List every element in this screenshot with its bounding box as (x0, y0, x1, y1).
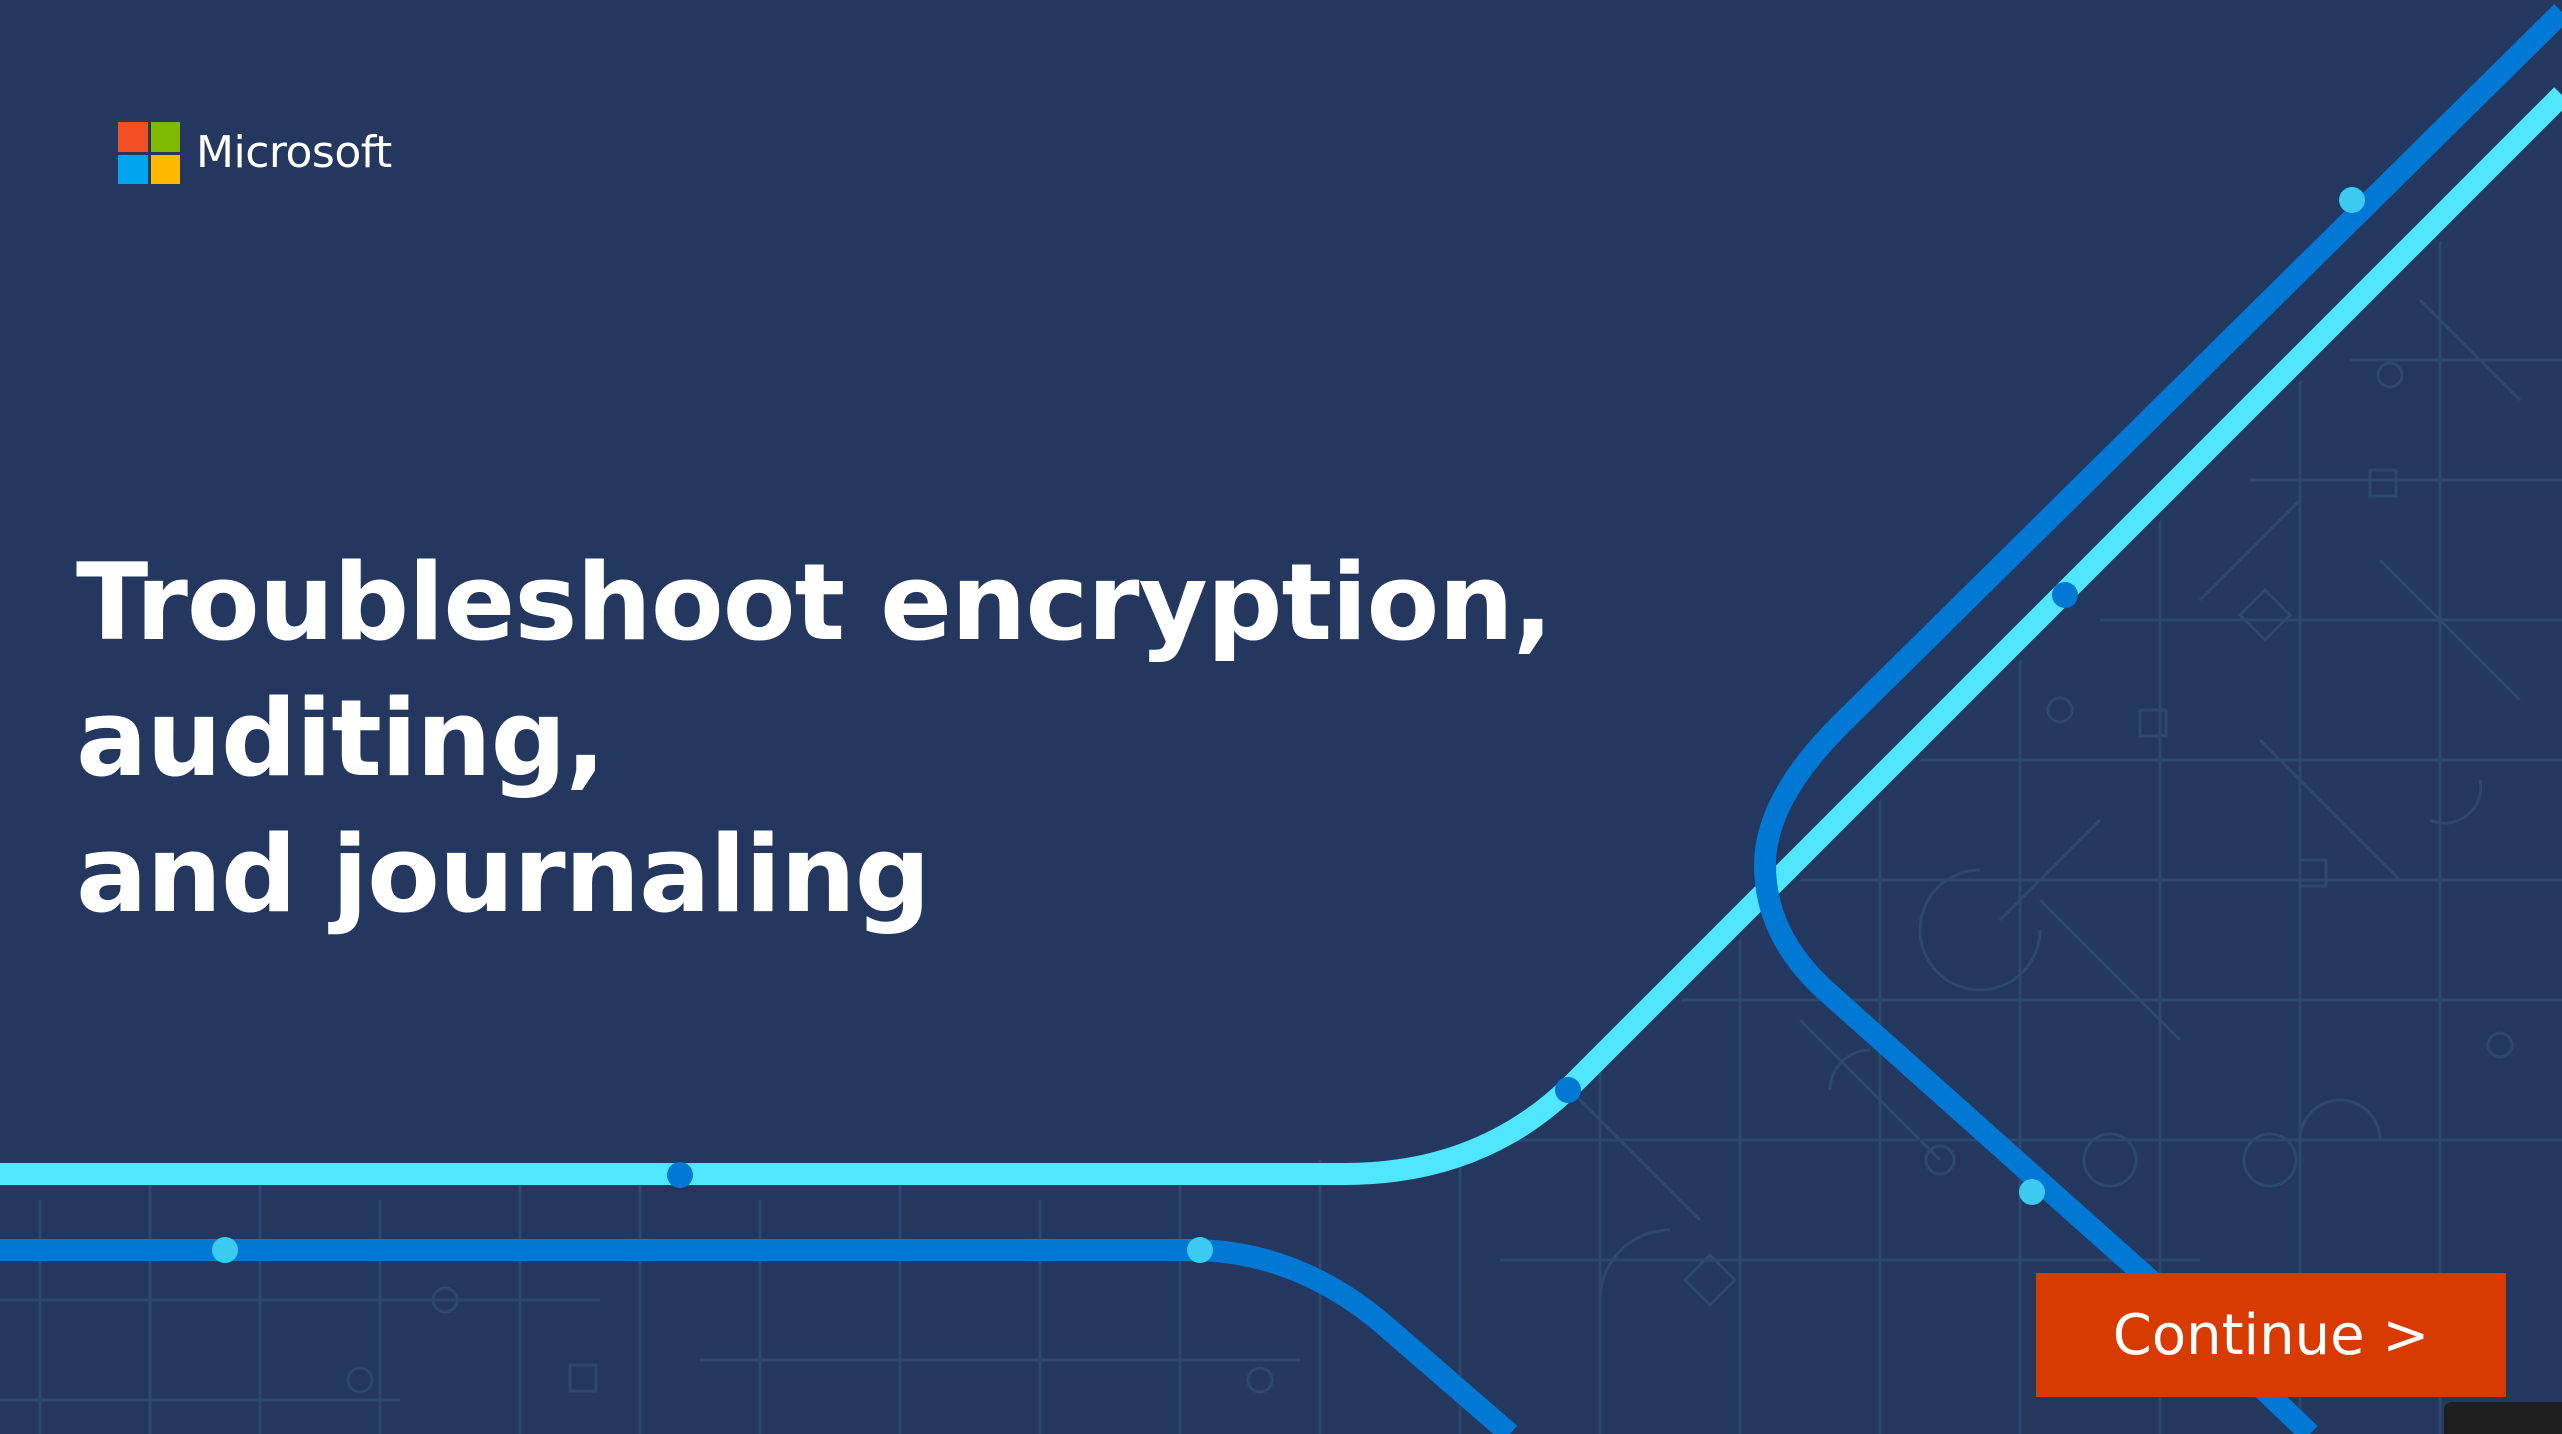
slide-stage: Microsoft Troubleshoot encryption, audit… (0, 0, 2562, 1434)
slide-title-line-1: Troubleshoot encryption, auditing, (76, 541, 1553, 800)
slide-title: Troubleshoot encryption, auditing, and j… (76, 535, 1876, 943)
logo-square-green (150, 122, 180, 152)
corner-tab (2444, 1402, 2562, 1434)
logo-text: Microsoft (196, 127, 392, 178)
logo-square-yellow (150, 154, 180, 184)
continue-button[interactable]: Continue > (2036, 1273, 2506, 1397)
logo-square-blue (118, 154, 148, 184)
accent-line-dark-bottom (0, 1239, 1518, 1434)
windows-logo-icon (118, 122, 180, 184)
microsoft-logo: Microsoft (118, 122, 392, 184)
logo-square-red (118, 122, 148, 152)
slide-title-line-2: and journaling (76, 813, 931, 936)
